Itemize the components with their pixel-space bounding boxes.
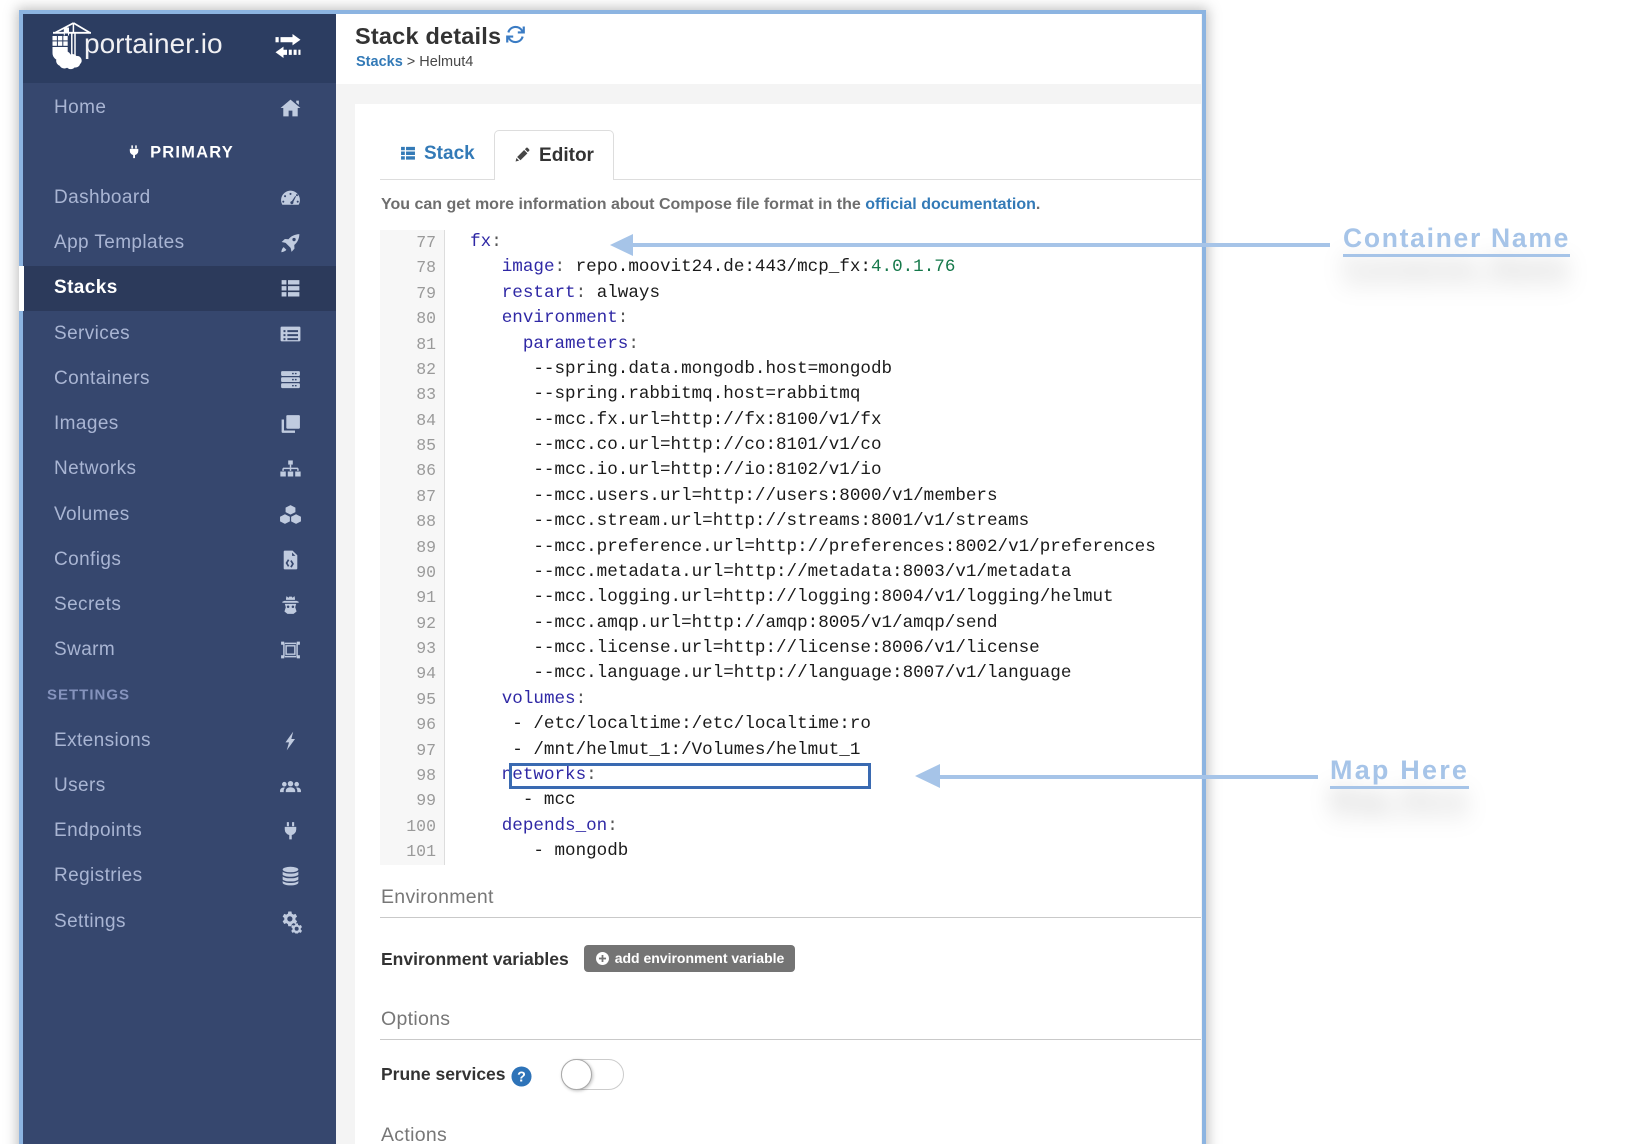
- svg-text:?: ?: [517, 1070, 526, 1086]
